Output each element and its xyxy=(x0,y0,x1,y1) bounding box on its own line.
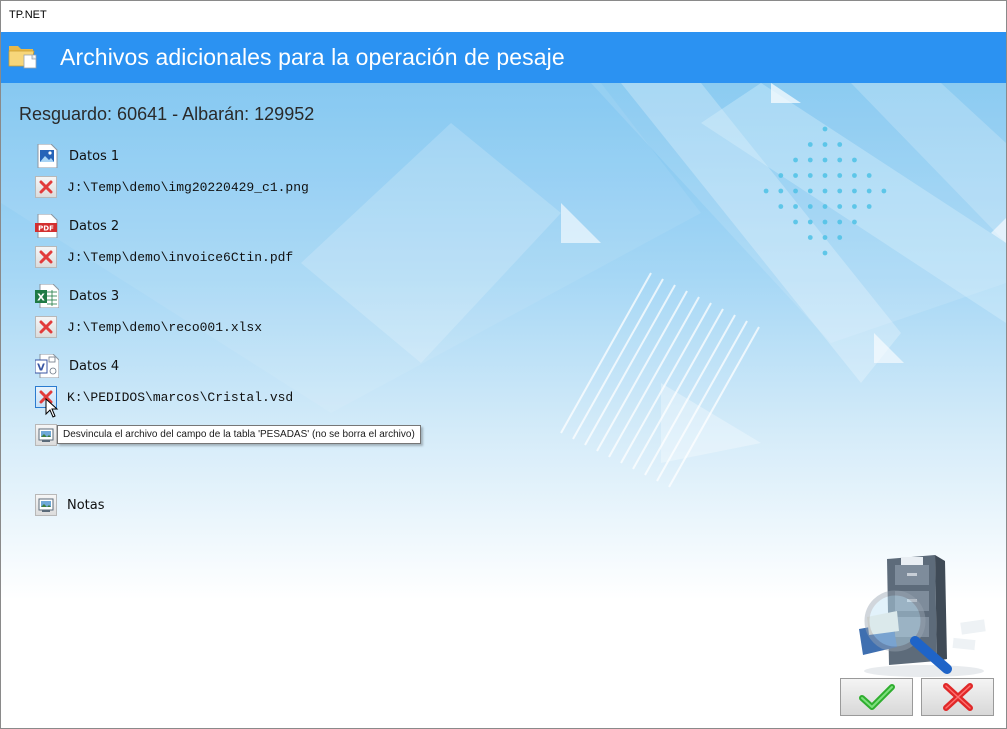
decor-dot xyxy=(793,219,798,225)
decor-dot xyxy=(866,173,872,178)
content-area: Resguardo: 60641 - Albarán: 129952 Datos… xyxy=(1,83,1006,728)
decor-dot xyxy=(822,219,828,225)
entry-datos-2-header: PDF Datos 2 xyxy=(35,213,119,239)
decor-dot xyxy=(822,204,828,209)
decor-dot xyxy=(822,250,828,256)
decor-dot xyxy=(881,188,887,194)
entry-name: Datos 3 xyxy=(69,288,120,304)
notes-icon xyxy=(38,498,54,512)
decor-dot xyxy=(807,173,813,178)
file-path[interactable]: J:\Temp\demo\invoice6Ctin.pdf xyxy=(67,250,293,265)
file-cabinet-search-icon xyxy=(859,555,986,677)
entry-datos-4-file: K:\PEDIDOS\marcos\Cristal.vsd xyxy=(35,384,293,410)
decor-dot xyxy=(807,188,813,194)
entry-datos-2-file: J:\Temp\demo\invoice6Ctin.pdf xyxy=(35,244,293,270)
decor-dot xyxy=(778,188,784,194)
excel-file-icon: X xyxy=(35,284,59,308)
decor-dot xyxy=(837,219,843,225)
svg-text:V: V xyxy=(37,363,45,374)
image-file-icon xyxy=(37,144,58,168)
attach-file-button[interactable] xyxy=(35,424,57,446)
file-path[interactable]: J:\Temp\demo\img20220429_c1.png xyxy=(67,180,309,195)
notes-button[interactable] xyxy=(35,494,57,516)
decor-dot xyxy=(822,126,828,132)
decor-dot xyxy=(837,142,843,147)
entry-datos-4-header: V Datos 4 xyxy=(35,353,119,379)
file-path[interactable]: J:\Temp\demo\reco001.xlsx xyxy=(67,320,262,335)
mouse-cursor-icon xyxy=(45,398,59,418)
decor-dot xyxy=(852,173,857,178)
entry-name: Datos 2 xyxy=(69,218,120,234)
decor-dot xyxy=(866,204,872,209)
tooltip: Desvincula el archivo del campo de la ta… xyxy=(57,425,421,444)
entry-name: Datos 1 xyxy=(69,148,120,164)
decor-dot xyxy=(793,188,798,194)
visio-file-icon: V xyxy=(35,354,59,378)
file-path[interactable]: K:\PEDIDOS\marcos\Cristal.vsd xyxy=(67,390,293,405)
dialog-window: TP.NET Archivos adicionales para la oper… xyxy=(0,0,1007,729)
decor-dot xyxy=(852,157,857,163)
entry-datos-3-header: X Datos 3 xyxy=(35,283,119,309)
decor-dot xyxy=(793,204,798,209)
window-title: TP.NET xyxy=(9,9,47,21)
decor-dot xyxy=(866,188,872,194)
decor-dot xyxy=(778,204,784,209)
remove-file-button[interactable] xyxy=(35,246,57,268)
dialog-title: Archivos adicionales para la operación d… xyxy=(60,44,565,70)
entry-datos-1-file: J:\Temp\demo\img20220429_c1.png xyxy=(35,174,309,200)
dialog-header: Archivos adicionales para la operación d… xyxy=(1,32,1006,83)
svg-text:X: X xyxy=(37,293,45,304)
notes-row: Notas xyxy=(35,492,105,518)
cancel-button[interactable] xyxy=(921,678,994,716)
decor-dot xyxy=(793,157,798,163)
remove-file-button[interactable] xyxy=(35,176,57,198)
decor-dot xyxy=(807,157,813,163)
x-icon xyxy=(39,180,53,194)
decor-dot xyxy=(837,235,843,240)
decor-dot xyxy=(778,173,784,178)
decor-dot xyxy=(807,219,813,225)
decor-dot xyxy=(822,173,828,178)
decor-dot xyxy=(763,188,769,194)
decor-dot xyxy=(822,142,828,147)
decor-dot xyxy=(807,235,813,240)
add-file-row xyxy=(35,422,57,448)
decor-dot xyxy=(837,157,843,163)
entry-name: Datos 4 xyxy=(69,358,120,374)
entry-datos-1-header: Datos 1 xyxy=(35,143,119,169)
decor-dot xyxy=(837,204,843,209)
pdf-file-icon: PDF xyxy=(35,214,58,238)
x-icon xyxy=(39,250,53,264)
remove-file-button[interactable] xyxy=(35,316,57,338)
check-icon xyxy=(858,684,895,710)
decor-dot xyxy=(822,188,828,194)
decor-dot xyxy=(822,157,828,163)
ok-button[interactable] xyxy=(840,678,913,716)
decor-dot xyxy=(852,188,857,194)
decor-dot xyxy=(807,204,813,209)
decor-dot xyxy=(837,173,843,178)
title-bar: TP.NET xyxy=(1,1,1006,32)
decor-dot xyxy=(852,204,857,209)
attach-image-icon xyxy=(38,428,54,442)
svg-text:PDF: PDF xyxy=(38,224,54,232)
decor-dot xyxy=(807,142,813,147)
notes-label: Notas xyxy=(67,497,105,513)
decor-dot xyxy=(837,188,843,194)
x-icon xyxy=(39,320,53,334)
decor-dot xyxy=(793,173,798,178)
decor-dot xyxy=(822,235,828,240)
folder-icon xyxy=(8,46,37,69)
receipt-info: Resguardo: 60641 - Albarán: 129952 xyxy=(19,104,315,124)
decor-dot xyxy=(852,219,857,225)
entry-datos-3-file: J:\Temp\demo\reco001.xlsx xyxy=(35,314,262,340)
x-icon xyxy=(942,683,973,711)
